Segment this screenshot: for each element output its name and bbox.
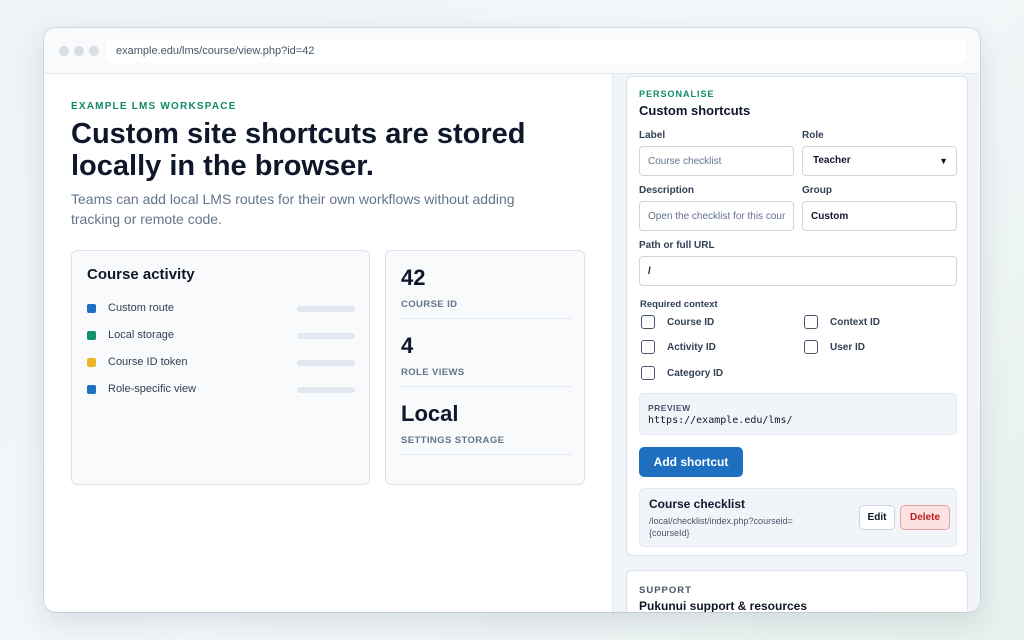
panel-eyebrow: PERSONALISE <box>639 89 715 99</box>
address-bar[interactable]: example.edu/lms/course/view.php?id=42 <box>106 39 966 63</box>
label-input[interactable] <box>639 146 794 176</box>
window-maximize-dot[interactable] <box>89 46 99 56</box>
checkbox-label: Course ID <box>667 317 715 328</box>
support-title: Pukunui support & resources <box>639 599 808 612</box>
activity-label: Role-specific view <box>108 383 197 395</box>
panel-title: Custom shortcuts <box>639 103 751 118</box>
add-shortcut-button[interactable]: Add shortcut <box>639 447 743 477</box>
stat-value: 4 <box>401 333 414 358</box>
saved-shortcut-item: Course checklist /local/checklist/index.… <box>639 488 957 547</box>
checkbox-box[interactable] <box>804 315 818 329</box>
path-input[interactable] <box>639 256 957 286</box>
list-item: Custom route <box>87 301 357 317</box>
checkbox-label: Category ID <box>667 368 724 379</box>
list-item: Course ID token <box>87 355 357 371</box>
yellow-square-icon <box>87 358 96 367</box>
checkbox-label: Context ID <box>830 317 880 328</box>
url-preview: PREVIEW https://example.edu/lms/ <box>639 393 957 435</box>
activity-label: Course ID token <box>108 356 188 368</box>
support-panel: SUPPORT Pukunui support & resources <box>626 570 968 612</box>
list-item: Local storage <box>87 328 357 344</box>
checkbox-box[interactable] <box>641 315 655 329</box>
placeholder-bar <box>297 360 355 366</box>
main-content: EXAMPLE LMS WORKSPACE Custom site shortc… <box>44 74 612 612</box>
edit-shortcut-button[interactable]: Edit <box>859 505 895 530</box>
label-field-label: Label <box>639 130 666 141</box>
green-square-icon <box>87 331 96 340</box>
preview-url: https://example.edu/lms/ <box>648 415 793 426</box>
checkbox-box[interactable] <box>804 340 818 354</box>
placeholder-bar <box>297 306 355 312</box>
stat-course-id: 42 COURSE ID <box>401 251 571 319</box>
shortcut-path: /local/checklist/index.php?courseid={cou… <box>649 516 793 538</box>
role-select-value: Teacher <box>813 155 851 166</box>
checkbox-box[interactable] <box>641 340 655 354</box>
placeholder-bar <box>297 333 355 339</box>
course-stats-card: 42 COURSE ID 4 ROLE VIEWS Local SETTINGS… <box>385 250 585 485</box>
description-input[interactable] <box>639 201 794 231</box>
role-select[interactable]: Teacher ▼ <box>802 146 957 176</box>
browser-chrome: example.edu/lms/course/view.php?id=42 <box>44 28 980 74</box>
course-activity-card: Course activity Custom route Local stora… <box>71 250 370 485</box>
page-title: Custom site shortcuts are stored locally… <box>71 118 526 182</box>
support-eyebrow: SUPPORT <box>639 585 692 596</box>
list-item: Role-specific view <box>87 382 357 398</box>
course-activity-title: Course activity <box>87 266 195 283</box>
custom-shortcuts-panel: PERSONALISE Custom shortcuts Label Role … <box>626 76 968 556</box>
activity-label: Local storage <box>108 329 175 341</box>
path-field-label: Path or full URL <box>639 240 715 251</box>
stat-role-views: 4 ROLE VIEWS <box>401 319 571 387</box>
blue-square-icon <box>87 385 96 394</box>
hero-subtitle: Teams can add local LMS routes for their… <box>71 191 515 227</box>
required-context-title: Required context <box>640 299 718 310</box>
blue-square-icon <box>87 304 96 313</box>
stat-settings-storage: Local SETTINGS STORAGE <box>401 387 571 455</box>
window-close-dot[interactable] <box>59 46 69 56</box>
browser-window: example.edu/lms/course/view.php?id=42 EX… <box>44 28 980 612</box>
role-field-label: Role <box>802 130 824 141</box>
stat-caption: ROLE VIEWS <box>401 367 465 378</box>
checkbox-box[interactable] <box>641 366 655 380</box>
preview-label: PREVIEW <box>648 403 691 413</box>
hero-eyebrow: EXAMPLE LMS WORKSPACE <box>71 101 237 112</box>
stat-value: 42 <box>401 265 426 290</box>
stat-caption: COURSE ID <box>401 299 458 310</box>
activity-label: Custom route <box>108 302 175 314</box>
checkbox-label: User ID <box>830 342 866 353</box>
shortcut-title: Course checklist <box>649 497 746 511</box>
group-input[interactable] <box>802 201 957 231</box>
checkbox-label: Activity ID <box>667 342 716 353</box>
window-minimize-dot[interactable] <box>74 46 84 56</box>
group-field-label: Group <box>802 185 832 196</box>
placeholder-bar <box>297 387 355 393</box>
delete-shortcut-button[interactable]: Delete <box>900 505 950 530</box>
stat-value: Local <box>401 401 459 426</box>
chevron-down-icon: ▼ <box>939 156 948 166</box>
stat-caption: SETTINGS STORAGE <box>401 435 505 446</box>
right-sidebar[interactable]: PERSONALISE Custom shortcuts Label Role … <box>612 74 980 612</box>
description-field-label: Description <box>639 185 695 196</box>
